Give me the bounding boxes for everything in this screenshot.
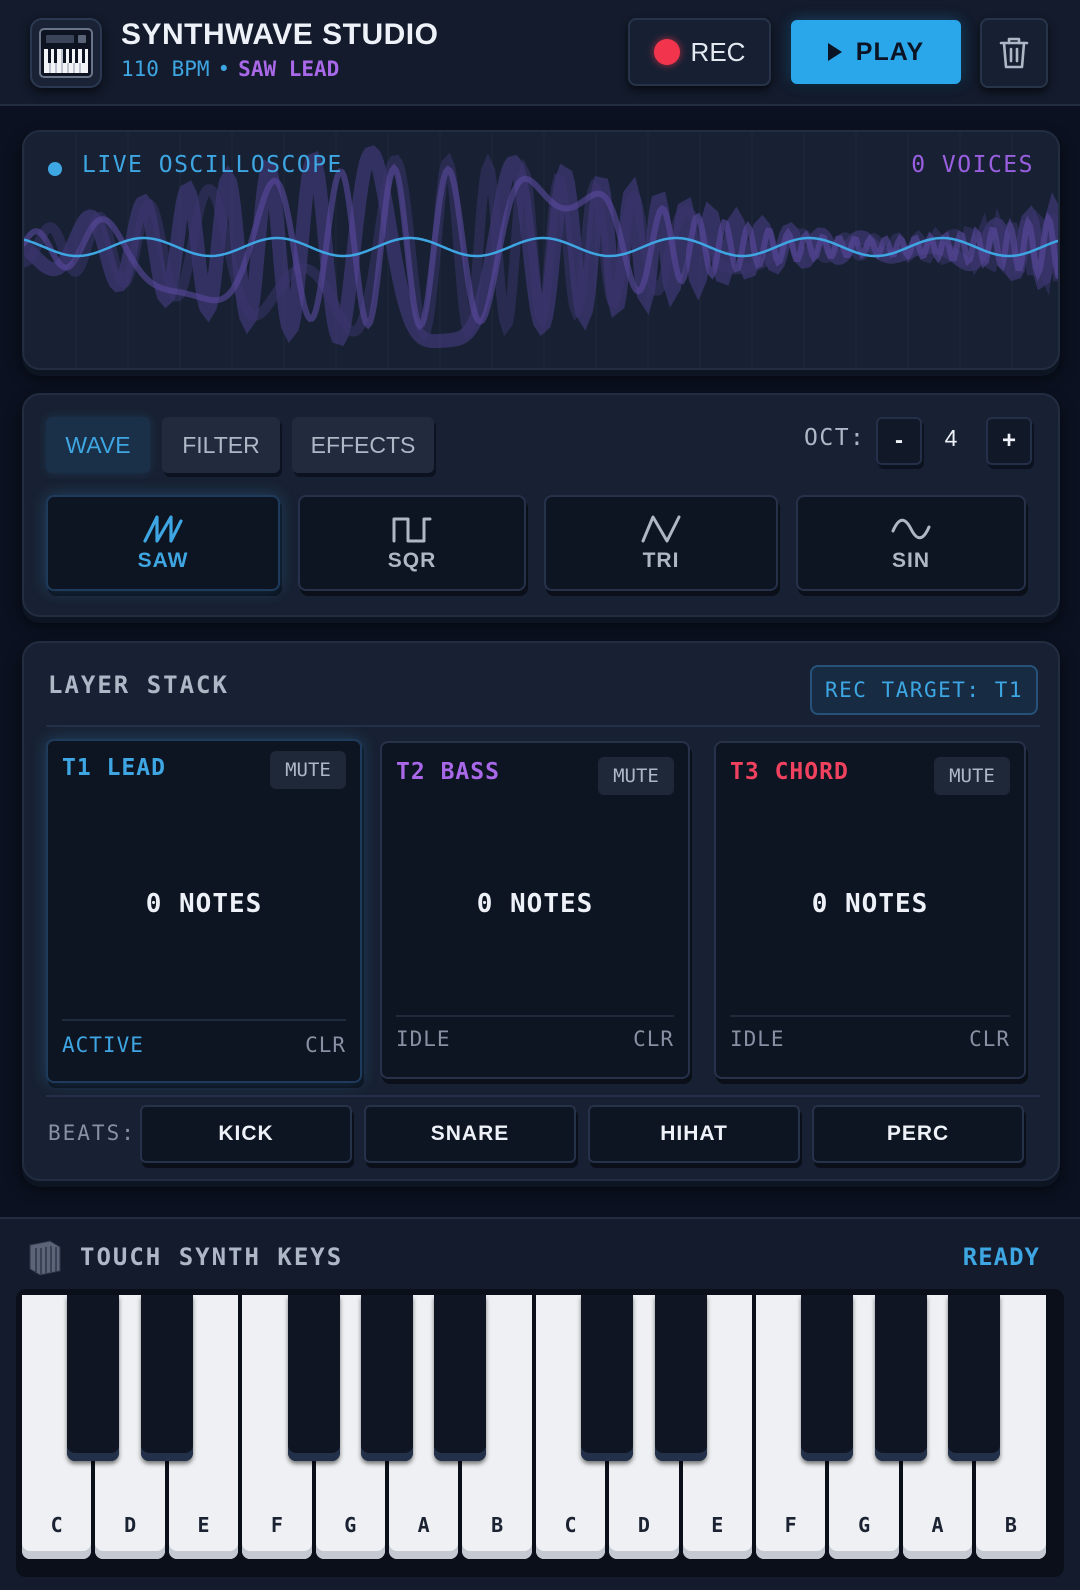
clear-button[interactable]: CLR [305,1033,346,1057]
track-name: T2 BASS [396,759,500,785]
square-wave-icon [392,517,432,543]
piano-app-icon [30,18,102,88]
octave-up-button[interactable]: + [986,417,1032,465]
triangle-wave-icon [641,515,681,543]
keyboard-panel: TOUCH SYNTH KEYS READY CDEFGABCDEFGAB [0,1217,1080,1590]
track-name: T1 LEAD [62,755,166,781]
play-button-label: PLAY [855,37,925,66]
waveform-square-label: SQR [387,549,437,572]
divider [46,1095,1040,1097]
layer-stack-panel: LAYER STACK REC TARGET: T1 T1 LEAD MUTE … [22,641,1060,1181]
record-dot-icon [653,39,680,65]
play-button[interactable]: PLAY [791,20,961,84]
app-header: SYNTHWAVE STUDIO 110 BPM • SAW LEAD REC PL… [0,0,1080,106]
mute-button[interactable]: MUTE [934,757,1010,795]
beat-snare-button[interactable]: SNARE [364,1105,576,1163]
keyboard-title: TOUCH SYNTH KEYS [80,1243,344,1271]
divider [730,1015,1010,1017]
delete-button[interactable] [980,18,1048,88]
piano-black-key[interactable] [654,1295,707,1461]
mute-button[interactable]: MUTE [270,751,346,789]
tab-wave[interactable]: WAVE [46,417,150,473]
octave-down-button[interactable]: - [876,417,922,465]
note-count: 0 NOTES [811,889,929,919]
piano-black-key[interactable] [434,1295,487,1461]
divider [46,725,1040,727]
waveform-saw-button[interactable]: SAW [46,495,280,591]
track-state: IDLE [396,1027,451,1051]
saw-wave-icon [143,515,183,543]
beat-kick-button[interactable]: KICK [140,1105,352,1163]
oscilloscope-label: LIVE OSCILLOSCOPE [82,152,343,178]
track-state: IDLE [730,1027,785,1051]
clear-button[interactable]: CLR [633,1027,674,1051]
track-name: T3 CHORD [730,759,849,785]
waveform-saw-label: SAW [137,549,189,572]
trash-icon [999,37,1029,69]
mute-button[interactable]: MUTE [598,757,674,795]
note-count: 0 NOTES [145,889,263,919]
keyboard-status: READY [962,1243,1040,1271]
note-count: 0 NOTES [476,889,594,919]
piano-black-key[interactable] [874,1295,927,1461]
beats-label: BEATS: [48,1121,136,1145]
rec-target-badge[interactable]: REC TARGET: T1 [810,665,1038,715]
piano-black-key[interactable] [67,1295,120,1461]
waveform-square-button[interactable]: SQR [298,495,526,591]
piano-black-key[interactable] [140,1295,193,1461]
separator-dot: • [217,57,231,81]
oscilloscope-panel: LIVE OSCILLOSCOPE 0 VOICES [22,130,1060,370]
track-card-t3[interactable]: T3 CHORD MUTE 0 NOTES IDLE CLR [714,741,1026,1079]
piano-keys: CDEFGABCDEFGAB [16,1289,1064,1577]
beat-perc-button[interactable]: PERC [812,1105,1024,1163]
divider [396,1015,674,1017]
track-card-t2[interactable]: T2 BASS MUTE 0 NOTES IDLE CLR [380,741,690,1079]
sine-wave-icon [891,518,931,540]
piano-black-key[interactable] [948,1295,1001,1461]
record-button[interactable]: REC [628,18,771,86]
record-button-label: REC [690,36,746,67]
session-info: 110 BPM • SAW LEAD [121,57,339,81]
octave-value: 4 [944,425,958,451]
track-card-t1[interactable]: T1 LEAD MUTE 0 NOTES ACTIVE CLR [46,739,362,1083]
clear-button[interactable]: CLR [969,1027,1010,1051]
app-title: SYNTHWAVE STUDIO [121,18,439,51]
piano-black-key[interactable] [801,1295,854,1461]
octave-label: OCT: [804,425,866,451]
voices-count: 0 VOICES [911,152,1034,178]
divider [62,1019,346,1021]
waveform-triangle-label: TRI [642,549,680,572]
keyboard-icon [29,1240,61,1276]
patch-name: SAW LEAD [238,57,340,81]
tab-filter[interactable]: FILTER [162,417,280,473]
tab-effects[interactable]: EFFECTS [292,417,434,473]
piano-black-key[interactable] [361,1295,413,1461]
sound-controls-panel: WAVE FILTER EFFECTS OCT: - 4 + SAW SQR T… [22,393,1060,617]
waveform-sine-button[interactable]: SIN [796,495,1026,591]
waveform-triangle-button[interactable]: TRI [544,495,778,591]
live-indicator-dot [48,162,62,176]
piano-black-key[interactable] [581,1295,634,1461]
waveform-sine-label: SIN [891,549,930,572]
beat-hihat-button[interactable]: HIHAT [588,1105,800,1163]
bpm-readout: 110 BPM [121,57,210,81]
play-icon [827,43,842,61]
layer-stack-title: LAYER STACK [48,671,229,699]
piano-black-key[interactable] [287,1295,340,1461]
track-state: ACTIVE [62,1033,144,1057]
